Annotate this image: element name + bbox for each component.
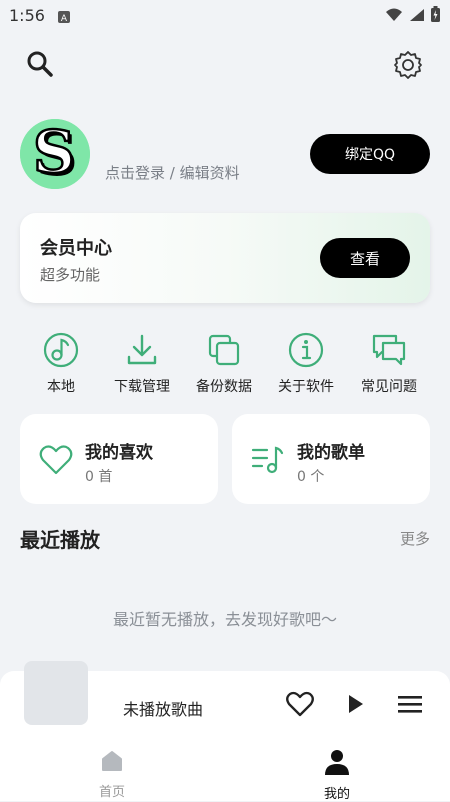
heart-outline-icon	[286, 691, 314, 721]
tab-home-label: 首页	[98, 785, 125, 800]
svg-text:A: A	[61, 14, 68, 23]
tab-home[interactable]: 首页	[72, 749, 152, 800]
wifi-icon	[385, 7, 403, 26]
quick-action-local[interactable]: 本地	[21, 330, 101, 396]
signal-icon	[409, 7, 425, 26]
favorite-song-button[interactable]	[282, 688, 318, 724]
status-time: 1:56	[9, 6, 45, 25]
battery-icon	[431, 6, 440, 26]
playlist-icon	[250, 442, 286, 478]
search-icon	[26, 50, 54, 82]
settings-button[interactable]	[390, 49, 426, 85]
tab-mine[interactable]: 我的	[297, 749, 377, 802]
info-icon	[286, 330, 326, 370]
playlists-count: 0 个	[297, 469, 325, 485]
favorites-count: 0 首	[85, 469, 113, 485]
quick-action-downloads[interactable]: 下载管理	[102, 330, 182, 396]
quick-action-label: 本地	[47, 379, 75, 395]
person-icon	[297, 749, 377, 779]
vip-title: 会员中心	[40, 238, 112, 259]
vip-view-button[interactable]: 查看	[320, 238, 410, 278]
menu-icon	[398, 694, 422, 718]
download-icon	[122, 330, 162, 370]
copy-icon	[204, 330, 244, 370]
avatar[interactable]: S S	[20, 119, 90, 189]
bottom-tab-bar: 首页 我的	[0, 737, 450, 802]
tab-mine-label: 我的	[323, 787, 350, 802]
playlists-title: 我的歌单	[297, 443, 365, 463]
quick-action-label: 关于软件	[278, 379, 334, 395]
quick-action-label: 常见问题	[361, 379, 417, 395]
login-edit-profile-link[interactable]: 点击登录 / 编辑资料	[105, 162, 240, 183]
quick-action-label: 下载管理	[114, 379, 170, 395]
notification-icon: A	[58, 8, 70, 27]
music-note-icon	[41, 330, 81, 370]
avatar-letter-front: S	[33, 119, 75, 186]
chat-icon	[369, 330, 409, 370]
album-cover[interactable]	[24, 661, 88, 725]
heart-icon	[38, 442, 74, 478]
search-button[interactable]	[22, 48, 58, 84]
vip-center-card[interactable]: 会员中心 超多功能 查看	[20, 213, 430, 303]
recent-more-link[interactable]: 更多	[400, 528, 430, 549]
quick-action-backup[interactable]: 备份数据	[184, 330, 264, 396]
status-bar: 1:56 A	[0, 0, 450, 32]
quick-action-about[interactable]: 关于软件	[266, 330, 346, 396]
recent-empty-message: 最近暂无播放，去发现好歌吧～	[112, 610, 337, 629]
status-icons	[385, 6, 440, 26]
my-favorites-card[interactable]: 我的喜欢 0 首	[20, 414, 218, 504]
play-icon	[347, 694, 365, 718]
favorites-title: 我的喜欢	[85, 443, 153, 463]
quick-action-faq[interactable]: 常见问题	[349, 330, 429, 396]
play-button[interactable]	[338, 688, 374, 724]
recent-section-title: 最近播放	[20, 528, 100, 552]
vip-subtitle: 超多功能	[40, 266, 101, 284]
playlist-menu-button[interactable]	[392, 688, 428, 724]
bind-qq-button[interactable]: 绑定QQ	[310, 134, 430, 174]
quick-action-label: 备份数据	[196, 379, 252, 395]
my-playlists-card[interactable]: 我的歌单 0 个	[232, 414, 430, 504]
mini-player[interactable]: 未播放歌曲	[0, 661, 450, 737]
now-playing-title: 未播放歌曲	[123, 700, 204, 719]
home-icon	[72, 749, 152, 777]
gear-icon	[393, 50, 423, 84]
